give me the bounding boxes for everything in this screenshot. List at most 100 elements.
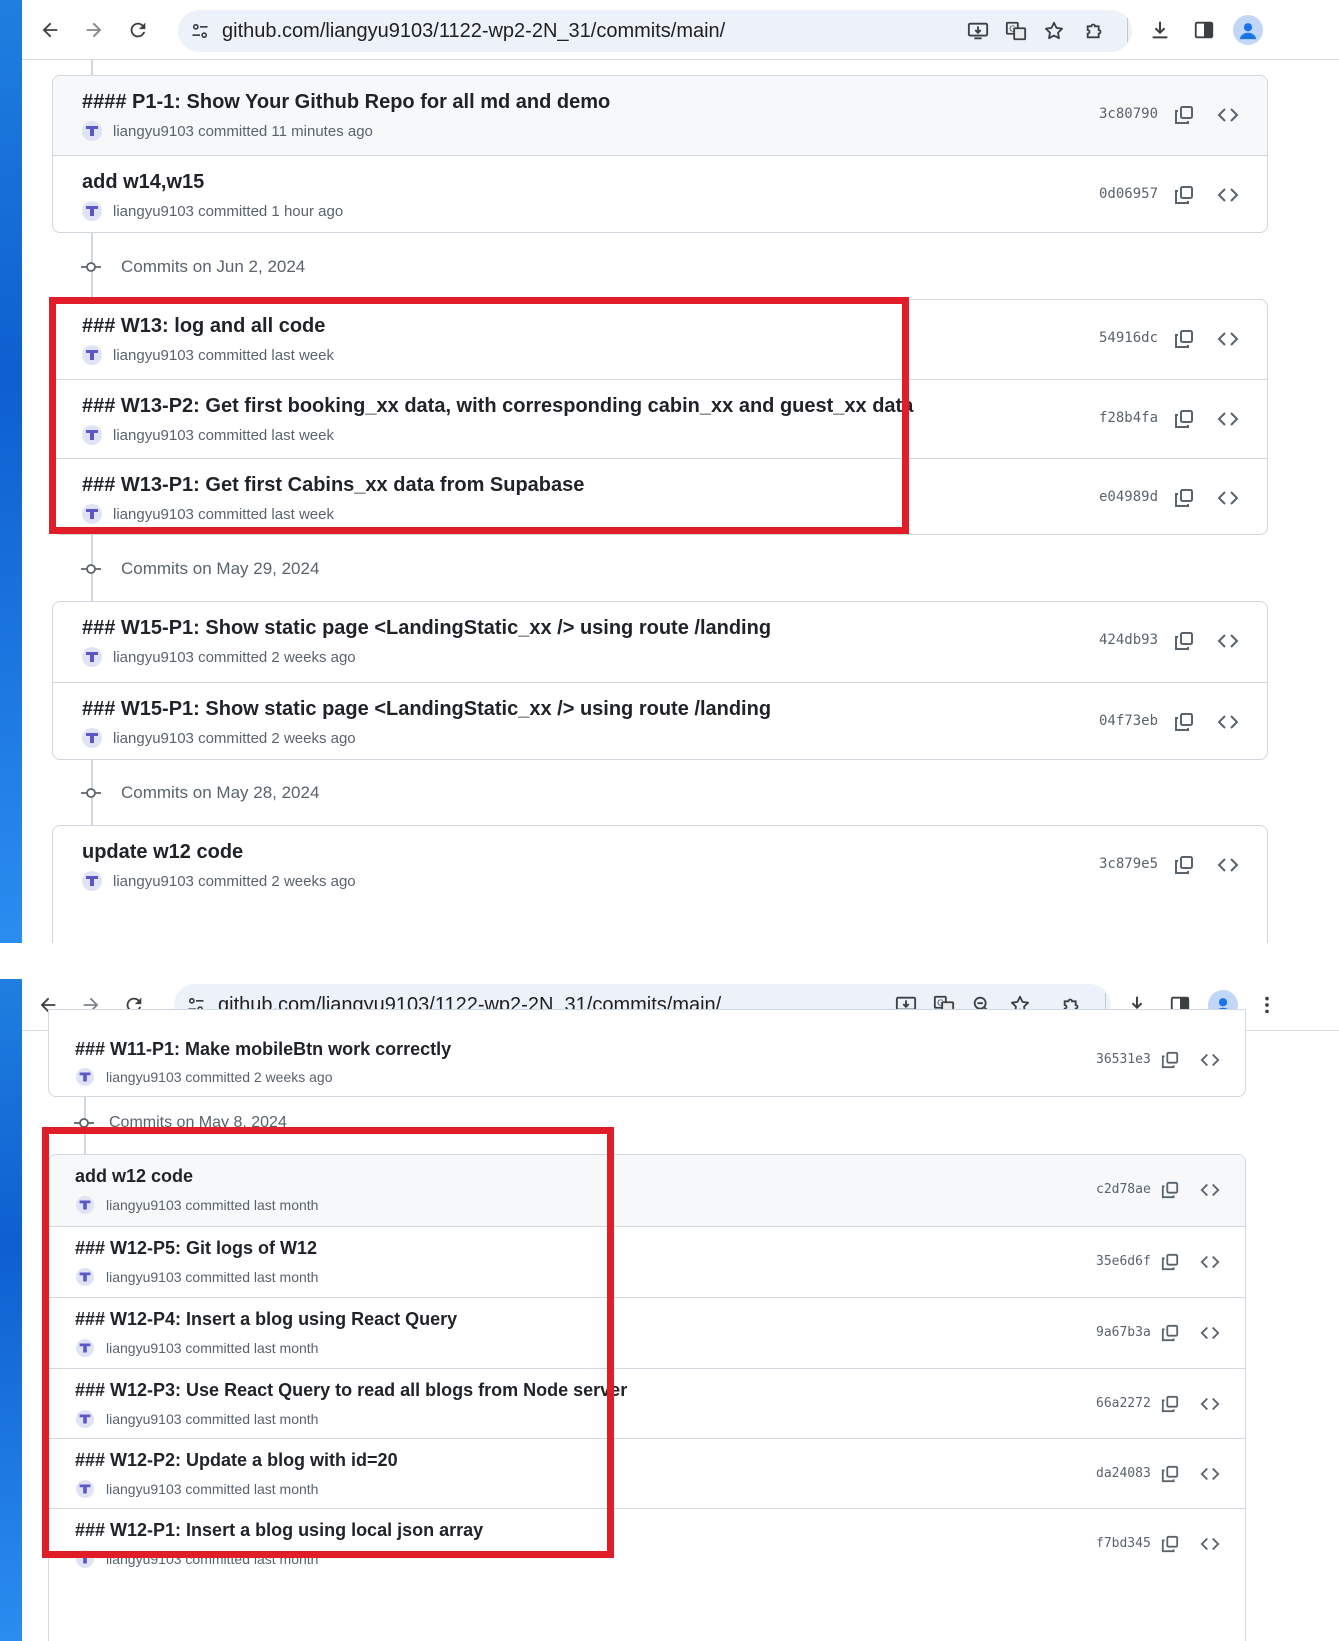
commit-row[interactable]: ### W11-P1: Make mobileBtn work correctl… [49, 1032, 1245, 1096]
commit-row[interactable]: ### W12-P4: Insert a blog using React Qu… [49, 1297, 1245, 1368]
commit-row[interactable]: ### W12-P5: Git logs of W12 liangyu9103 … [49, 1226, 1245, 1297]
commit-author[interactable]: liangyu9103 [113, 203, 194, 220]
commit-title[interactable]: ### W12-P4: Insert a blog using React Qu… [75, 1309, 457, 1330]
commit-row[interactable]: ### W15-P1: Show static page <LandingSta… [53, 602, 1267, 682]
commit-author[interactable]: liangyu9103 [106, 1411, 182, 1427]
commit-author[interactable]: liangyu9103 [113, 347, 194, 364]
avatar[interactable] [75, 1479, 95, 1499]
browse-repo-button[interactable] [1213, 324, 1243, 354]
browse-repo-button[interactable] [1195, 1459, 1225, 1489]
commit-sha[interactable]: f7bd345 [1096, 1536, 1151, 1551]
commit-author[interactable]: liangyu9103 [113, 649, 194, 666]
commit-author[interactable]: liangyu9103 [113, 873, 194, 890]
copy-sha-button[interactable] [1155, 1529, 1185, 1559]
copy-sha-button[interactable] [1169, 483, 1199, 513]
copy-sha-button[interactable] [1169, 324, 1199, 354]
commit-author[interactable]: liangyu9103 [106, 1551, 182, 1567]
browse-repo-button[interactable] [1195, 1318, 1225, 1348]
avatar[interactable] [82, 728, 102, 748]
side-panel-button[interactable] [1189, 15, 1219, 45]
commit-title[interactable]: add w12 code [75, 1166, 193, 1187]
commit-title[interactable]: ### W15-P1: Show static page <LandingSta… [82, 698, 771, 721]
commit-title[interactable]: #### P1-1: Show Your Github Repo for all… [82, 91, 610, 114]
commit-title[interactable]: add w14,w15 [82, 171, 204, 194]
commit-author[interactable]: liangyu9103 [106, 1269, 182, 1285]
copy-sha-button[interactable] [1155, 1247, 1185, 1277]
commit-title[interactable]: ### W12-P3: Use React Query to read all … [75, 1380, 627, 1401]
reload-button[interactable] [122, 14, 154, 46]
commit-sha[interactable]: 3c879e5 [1099, 856, 1158, 872]
commit-row[interactable]: ### W15-P1: Show static page <LandingSta… [53, 682, 1267, 759]
commit-sha[interactable]: 35e6d6f [1096, 1254, 1151, 1269]
extensions-button[interactable] [1080, 15, 1110, 45]
avatar[interactable] [82, 201, 102, 221]
commit-sha[interactable]: e04989d [1099, 489, 1158, 505]
bookmark-button[interactable] [1040, 17, 1068, 45]
copy-sha-button[interactable] [1155, 1318, 1185, 1348]
commit-sha[interactable]: da24083 [1096, 1466, 1151, 1481]
avatar[interactable] [75, 1549, 95, 1569]
commit-row[interactable]: ### W12-P3: Use React Query to read all … [49, 1368, 1245, 1438]
commit-title[interactable]: ### W11-P1: Make mobileBtn work correctl… [75, 1039, 451, 1060]
copy-sha-button[interactable] [1155, 1459, 1185, 1489]
copy-sha-button[interactable] [1155, 1175, 1185, 1205]
avatar[interactable] [75, 1409, 95, 1429]
copy-sha-button[interactable] [1169, 180, 1199, 210]
downloads-button[interactable] [1145, 15, 1175, 45]
browse-repo-button[interactable] [1213, 180, 1243, 210]
commit-row[interactable]: ### W13-P1: Get first Cabins_xx data fro… [53, 458, 1267, 534]
commit-sha[interactable]: 66a2272 [1096, 1396, 1151, 1411]
commit-title[interactable]: update w12 code [82, 841, 243, 864]
commit-sha[interactable]: 36531e3 [1096, 1052, 1151, 1067]
commit-row[interactable]: #### P1-1: Show Your Github Repo for all… [53, 76, 1267, 155]
commit-sha[interactable]: c2d78ae [1096, 1182, 1151, 1197]
browse-repo-button[interactable] [1213, 707, 1243, 737]
commit-sha[interactable]: 3c80790 [1099, 106, 1158, 122]
commit-sha[interactable]: 9a67b3a [1096, 1325, 1151, 1340]
commit-sha[interactable]: f28b4fa [1099, 410, 1158, 426]
browse-repo-button[interactable] [1195, 1389, 1225, 1419]
commit-title[interactable]: ### W12-P2: Update a blog with id=20 [75, 1450, 398, 1471]
commit-title[interactable]: ### W15-P1: Show static page <LandingSta… [82, 617, 771, 640]
copy-sha-button[interactable] [1169, 850, 1199, 880]
avatar[interactable] [75, 1067, 95, 1087]
commit-author[interactable]: liangyu9103 [106, 1340, 182, 1356]
commit-title[interactable]: ### W12-P1: Insert a blog using local js… [75, 1520, 483, 1541]
copy-sha-button[interactable] [1155, 1389, 1185, 1419]
commit-row[interactable]: ### W13-P2: Get first booking_xx data, w… [53, 379, 1267, 458]
commit-row[interactable]: ### W12-P2: Update a blog with id=20 lia… [49, 1438, 1245, 1508]
commit-row[interactable]: add w14,w15 liangyu9103 committed 1 hour… [53, 155, 1267, 232]
commit-author[interactable]: liangyu9103 [106, 1197, 182, 1213]
browse-repo-button[interactable] [1213, 483, 1243, 513]
browse-repo-button[interactable] [1213, 626, 1243, 656]
commit-author[interactable]: liangyu9103 [106, 1481, 182, 1497]
commit-author[interactable]: liangyu9103 [113, 427, 194, 444]
commit-sha[interactable]: 424db93 [1099, 632, 1158, 648]
copy-sha-button[interactable] [1169, 404, 1199, 434]
browse-repo-button[interactable] [1195, 1247, 1225, 1277]
translate-button[interactable]: G [1002, 17, 1030, 45]
avatar[interactable] [82, 647, 102, 667]
address-bar[interactable]: github.com/liangyu9103/1122-wp2-2N_31/co… [178, 10, 1132, 52]
commit-sha[interactable]: 04f73eb [1099, 713, 1158, 729]
profile-button[interactable] [1233, 15, 1263, 45]
commit-author[interactable]: liangyu9103 [106, 1069, 182, 1085]
avatar[interactable] [82, 121, 102, 141]
commit-author[interactable]: liangyu9103 [113, 506, 194, 523]
url-text[interactable]: github.com/liangyu9103/1122-wp2-2N_31/co… [222, 20, 725, 43]
copy-sha-button[interactable] [1169, 707, 1199, 737]
browse-repo-button[interactable] [1195, 1045, 1225, 1075]
copy-sha-button[interactable] [1169, 626, 1199, 656]
browse-repo-button[interactable] [1195, 1175, 1225, 1205]
avatar[interactable] [82, 345, 102, 365]
forward-button[interactable] [78, 14, 110, 46]
avatar[interactable] [82, 425, 102, 445]
install-app-button[interactable] [964, 17, 992, 45]
browse-repo-button[interactable] [1213, 850, 1243, 880]
commit-sha[interactable]: 54916dc [1099, 330, 1158, 346]
commit-title[interactable]: ### W13: log and all code [82, 315, 325, 338]
avatar[interactable] [82, 871, 102, 891]
site-info-button[interactable] [188, 19, 212, 43]
copy-sha-button[interactable] [1169, 100, 1199, 130]
commit-title[interactable]: ### W13-P2: Get first booking_xx data, w… [82, 395, 913, 418]
